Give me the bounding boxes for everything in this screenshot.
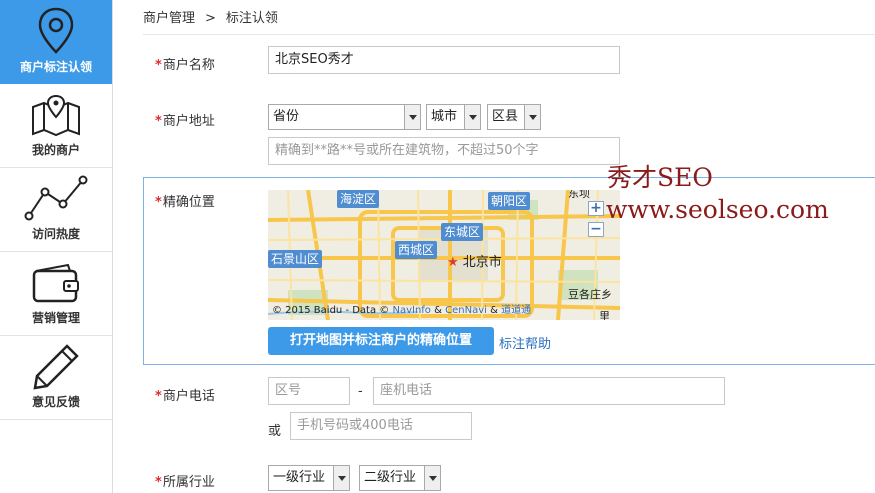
province-select[interactable]: 省份 — [268, 104, 421, 130]
chevron-down-icon — [524, 105, 540, 129]
area-code-input[interactable]: 区号 — [268, 377, 350, 405]
sidebar-item-my-shops[interactable]: 我的商户 — [0, 84, 112, 168]
map-label-chaoyang: 朝阳区 — [488, 192, 531, 210]
chevron-down-icon — [464, 105, 480, 129]
location-label: *精确位置 — [155, 195, 215, 210]
map-preview[interactable]: 海淀区 朝阳区 东城区 西城区 石景山区 ★ 北京市 东坝 豆各庄乡 里 + −… — [268, 190, 620, 320]
mobile-input[interactable]: 手机号码或400电话 — [290, 412, 472, 440]
wallet-icon — [0, 258, 112, 308]
sidebar: 商户标注认领 我的商户 访问热度 营销管理 意见反馈 — [0, 0, 113, 493]
header-divider — [143, 34, 875, 35]
map-label-xicheng: 西城区 — [395, 241, 438, 259]
address-label: *商户地址 — [155, 114, 215, 129]
phone-dash: - — [358, 384, 363, 399]
chevron-down-icon — [404, 105, 420, 129]
sidebar-item-label: 营销管理 — [31, 311, 80, 325]
breadcrumb-current: 标注认领 — [225, 11, 278, 26]
landline-input[interactable]: 座机电话 — [373, 377, 725, 405]
star-icon: ★ — [447, 255, 459, 270]
map-label-shijingshan: 石景山区 — [268, 250, 323, 268]
open-map-button[interactable]: 打开地图并标注商户的精确位置 — [268, 327, 494, 355]
location-pin-icon — [0, 6, 112, 56]
sidebar-item-feedback[interactable]: 意见反馈 — [0, 336, 112, 420]
watermark-line2: www.seolseo.com — [606, 195, 829, 224]
district-select[interactable]: 区县 — [487, 104, 541, 130]
line-chart-icon — [0, 174, 112, 224]
sidebar-item-label: 意见反馈 — [31, 395, 80, 409]
breadcrumb-separator: > — [205, 11, 216, 26]
map-city-marker: ★ 北京市 — [447, 255, 502, 270]
watermark-line1: 秀才SEO — [607, 163, 713, 192]
sidebar-item-label: 访问热度 — [31, 227, 80, 241]
map-edge-label: 里 — [599, 310, 610, 320]
industry-level1-select[interactable]: 一级行业 — [268, 465, 350, 491]
industry-level2-select[interactable]: 二级行业 — [359, 465, 441, 491]
sidebar-item-marketing[interactable]: 营销管理 — [0, 252, 112, 336]
sidebar-item-label: 商户标注认领 — [19, 60, 92, 74]
breadcrumb-parent[interactable]: 商户管理 — [143, 11, 195, 26]
zoom-out-button[interactable]: − — [588, 222, 604, 237]
sidebar-item-label: 我的商户 — [31, 143, 80, 157]
sidebar-item-claim[interactable]: 商户标注认领 — [0, 0, 112, 84]
map-icon — [0, 90, 112, 140]
map-edge-label: 豆各庄乡 — [568, 288, 612, 301]
chevron-down-icon — [333, 466, 349, 490]
or-label: 或 — [268, 424, 282, 439]
map-copyright: © 2015 Baidu - Data © NavInfo & CenNavi … — [272, 305, 532, 316]
help-link[interactable]: 标注帮助 — [499, 333, 551, 352]
merchant-name-input[interactable]: 北京SEO秀才 — [268, 46, 620, 74]
map-label-dongcheng: 东城区 — [441, 223, 484, 241]
sidebar-item-heat[interactable]: 访问热度 — [0, 168, 112, 252]
map-label-haidian: 海淀区 — [337, 190, 380, 208]
city-select[interactable]: 城市 — [426, 104, 481, 130]
name-label: *商户名称 — [155, 58, 215, 73]
phone-label: *商户电话 — [155, 389, 215, 404]
pencil-icon — [0, 342, 112, 392]
zoom-in-button[interactable]: + — [588, 201, 604, 216]
breadcrumb: 商户管理 > 标注认领 — [143, 7, 278, 26]
map-edge-label: 东坝 — [568, 190, 590, 200]
address-detail-input[interactable]: 精确到**路**号或所在建筑物，不超过50个字 — [268, 137, 620, 165]
chevron-down-icon — [424, 466, 440, 490]
industry-label: *所属行业 — [155, 475, 215, 490]
